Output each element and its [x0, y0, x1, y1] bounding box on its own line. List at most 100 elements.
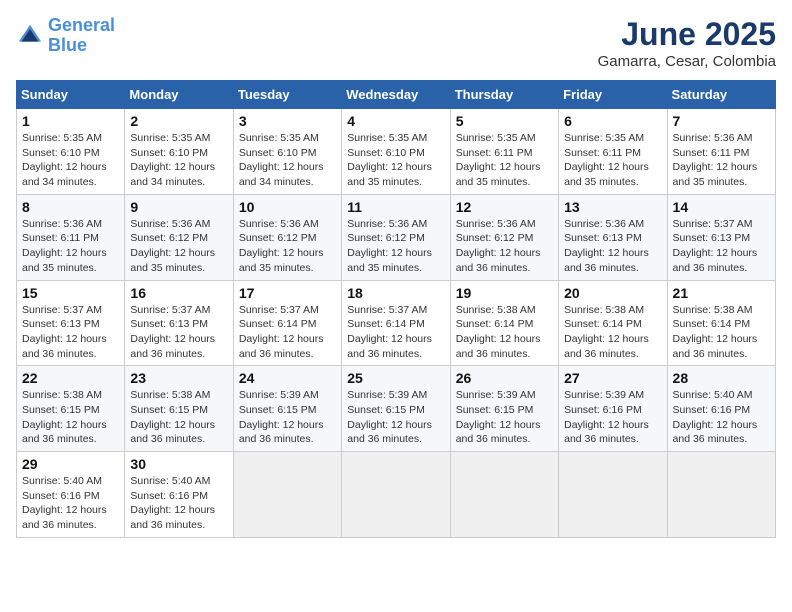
day-cell	[559, 452, 667, 538]
day-info: Sunrise: 5:39 AM Sunset: 6:15 PM Dayligh…	[456, 388, 553, 447]
day-number: 21	[673, 285, 770, 301]
day-cell: 3 Sunrise: 5:35 AM Sunset: 6:10 PM Daylig…	[233, 109, 341, 195]
day-info: Sunrise: 5:36 AM Sunset: 6:11 PM Dayligh…	[22, 217, 119, 276]
day-info: Sunrise: 5:40 AM Sunset: 6:16 PM Dayligh…	[673, 388, 770, 447]
day-info: Sunrise: 5:38 AM Sunset: 6:15 PM Dayligh…	[22, 388, 119, 447]
col-header-friday: Friday	[559, 81, 667, 109]
col-header-thursday: Thursday	[450, 81, 558, 109]
calendar-subtitle: Gamarra, Cesar, Colombia	[598, 53, 776, 70]
day-cell	[233, 452, 341, 538]
day-number: 1	[22, 113, 119, 129]
day-cell: 5 Sunrise: 5:35 AM Sunset: 6:11 PM Daylig…	[450, 109, 558, 195]
logo: General Blue	[16, 16, 115, 56]
day-cell: 2Sunrise: 5:35 AM Sunset: 6:10 PM Daylig…	[125, 109, 233, 195]
day-cell: 24 Sunrise: 5:39 AM Sunset: 6:15 PM Dayli…	[233, 366, 341, 452]
day-info: Sunrise: 5:35 AM Sunset: 6:10 PM Dayligh…	[22, 131, 119, 190]
day-number: 29	[22, 456, 119, 472]
col-header-sunday: Sunday	[17, 81, 125, 109]
day-info: Sunrise: 5:39 AM Sunset: 6:16 PM Dayligh…	[564, 388, 661, 447]
day-info: Sunrise: 5:35 AM Sunset: 6:10 PM Dayligh…	[347, 131, 444, 190]
day-number: 28	[673, 370, 770, 386]
day-number: 16	[130, 285, 227, 301]
day-cell: 15 Sunrise: 5:37 AM Sunset: 6:13 PM Dayli…	[17, 280, 125, 366]
day-number: 10	[239, 199, 336, 215]
day-info: Sunrise: 5:36 AM Sunset: 6:11 PM Dayligh…	[673, 131, 770, 190]
day-cell: 12Sunrise: 5:36 AM Sunset: 6:12 PM Dayli…	[450, 194, 558, 280]
day-number: 25	[347, 370, 444, 386]
day-cell: 29 Sunrise: 5:40 AM Sunset: 6:16 PM Dayli…	[17, 452, 125, 538]
day-number: 24	[239, 370, 336, 386]
week-row-4: 22 Sunrise: 5:38 AM Sunset: 6:15 PM Dayli…	[17, 366, 776, 452]
logo-icon	[16, 22, 44, 50]
day-info: Sunrise: 5:37 AM Sunset: 6:13 PM Dayligh…	[22, 303, 119, 362]
day-info: Sunrise: 5:39 AM Sunset: 6:15 PM Dayligh…	[239, 388, 336, 447]
day-info: Sunrise: 5:38 AM Sunset: 6:15 PM Dayligh…	[130, 388, 227, 447]
day-cell	[450, 452, 558, 538]
col-header-wednesday: Wednesday	[342, 81, 450, 109]
title-area: June 2025 Gamarra, Cesar, Colombia	[598, 16, 776, 70]
day-number: 5	[456, 113, 553, 129]
day-number: 19	[456, 285, 553, 301]
day-number: 17	[239, 285, 336, 301]
day-cell: 9Sunrise: 5:36 AM Sunset: 6:12 PM Daylig…	[125, 194, 233, 280]
day-info: Sunrise: 5:40 AM Sunset: 6:16 PM Dayligh…	[22, 474, 119, 533]
day-number: 22	[22, 370, 119, 386]
day-number: 2	[130, 113, 227, 129]
day-cell: 21Sunrise: 5:38 AM Sunset: 6:14 PM Dayli…	[667, 280, 775, 366]
day-cell: 23Sunrise: 5:38 AM Sunset: 6:15 PM Dayli…	[125, 366, 233, 452]
day-info: Sunrise: 5:35 AM Sunset: 6:10 PM Dayligh…	[239, 131, 336, 190]
day-number: 27	[564, 370, 661, 386]
day-number: 15	[22, 285, 119, 301]
day-info: Sunrise: 5:36 AM Sunset: 6:13 PM Dayligh…	[564, 217, 661, 276]
col-header-saturday: Saturday	[667, 81, 775, 109]
week-row-3: 15 Sunrise: 5:37 AM Sunset: 6:13 PM Dayli…	[17, 280, 776, 366]
day-info: Sunrise: 5:36 AM Sunset: 6:12 PM Dayligh…	[456, 217, 553, 276]
logo-text: General Blue	[48, 16, 115, 56]
day-number: 26	[456, 370, 553, 386]
day-info: Sunrise: 5:36 AM Sunset: 6:12 PM Dayligh…	[239, 217, 336, 276]
day-number: 3	[239, 113, 336, 129]
day-cell: 11 Sunrise: 5:36 AM Sunset: 6:12 PM Dayli…	[342, 194, 450, 280]
day-cell: 20Sunrise: 5:38 AM Sunset: 6:14 PM Dayli…	[559, 280, 667, 366]
day-cell: 1 Sunrise: 5:35 AM Sunset: 6:10 PM Daylig…	[17, 109, 125, 195]
day-info: Sunrise: 5:35 AM Sunset: 6:11 PM Dayligh…	[456, 131, 553, 190]
day-cell	[342, 452, 450, 538]
week-row-2: 8 Sunrise: 5:36 AM Sunset: 6:11 PM Daylig…	[17, 194, 776, 280]
day-info: Sunrise: 5:38 AM Sunset: 6:14 PM Dayligh…	[564, 303, 661, 362]
day-info: Sunrise: 5:37 AM Sunset: 6:14 PM Dayligh…	[239, 303, 336, 362]
col-header-monday: Monday	[125, 81, 233, 109]
day-cell: 13 Sunrise: 5:36 AM Sunset: 6:13 PM Dayli…	[559, 194, 667, 280]
day-cell: 26 Sunrise: 5:39 AM Sunset: 6:15 PM Dayli…	[450, 366, 558, 452]
day-number: 30	[130, 456, 227, 472]
day-info: Sunrise: 5:40 AM Sunset: 6:16 PM Dayligh…	[130, 474, 227, 533]
day-info: Sunrise: 5:36 AM Sunset: 6:12 PM Dayligh…	[130, 217, 227, 276]
day-info: Sunrise: 5:37 AM Sunset: 6:13 PM Dayligh…	[673, 217, 770, 276]
day-info: Sunrise: 5:38 AM Sunset: 6:14 PM Dayligh…	[456, 303, 553, 362]
header-row: SundayMondayTuesdayWednesdayThursdayFrid…	[17, 81, 776, 109]
header: General Blue June 2025 Gamarra, Cesar, C…	[16, 16, 776, 70]
day-number: 13	[564, 199, 661, 215]
day-cell: 27 Sunrise: 5:39 AM Sunset: 6:16 PM Dayli…	[559, 366, 667, 452]
day-cell: 22 Sunrise: 5:38 AM Sunset: 6:15 PM Dayli…	[17, 366, 125, 452]
day-cell: 28 Sunrise: 5:40 AM Sunset: 6:16 PM Dayli…	[667, 366, 775, 452]
day-cell: 10 Sunrise: 5:36 AM Sunset: 6:12 PM Dayli…	[233, 194, 341, 280]
day-cell: 30 Sunrise: 5:40 AM Sunset: 6:16 PM Dayli…	[125, 452, 233, 538]
day-number: 8	[22, 199, 119, 215]
day-number: 14	[673, 199, 770, 215]
day-info: Sunrise: 5:36 AM Sunset: 6:12 PM Dayligh…	[347, 217, 444, 276]
day-cell: 18Sunrise: 5:37 AM Sunset: 6:14 PM Dayli…	[342, 280, 450, 366]
day-info: Sunrise: 5:35 AM Sunset: 6:11 PM Dayligh…	[564, 131, 661, 190]
day-cell: 8 Sunrise: 5:36 AM Sunset: 6:11 PM Daylig…	[17, 194, 125, 280]
day-number: 6	[564, 113, 661, 129]
day-info: Sunrise: 5:37 AM Sunset: 6:14 PM Dayligh…	[347, 303, 444, 362]
day-cell: 7 Sunrise: 5:36 AM Sunset: 6:11 PM Daylig…	[667, 109, 775, 195]
day-number: 11	[347, 199, 444, 215]
day-info: Sunrise: 5:39 AM Sunset: 6:15 PM Dayligh…	[347, 388, 444, 447]
day-cell: 16 Sunrise: 5:37 AM Sunset: 6:13 PM Dayli…	[125, 280, 233, 366]
day-number: 7	[673, 113, 770, 129]
day-cell: 19 Sunrise: 5:38 AM Sunset: 6:14 PM Dayli…	[450, 280, 558, 366]
day-info: Sunrise: 5:37 AM Sunset: 6:13 PM Dayligh…	[130, 303, 227, 362]
week-row-5: 29 Sunrise: 5:40 AM Sunset: 6:16 PM Dayli…	[17, 452, 776, 538]
day-cell: 17 Sunrise: 5:37 AM Sunset: 6:14 PM Dayli…	[233, 280, 341, 366]
day-cell: 25 Sunrise: 5:39 AM Sunset: 6:15 PM Dayli…	[342, 366, 450, 452]
